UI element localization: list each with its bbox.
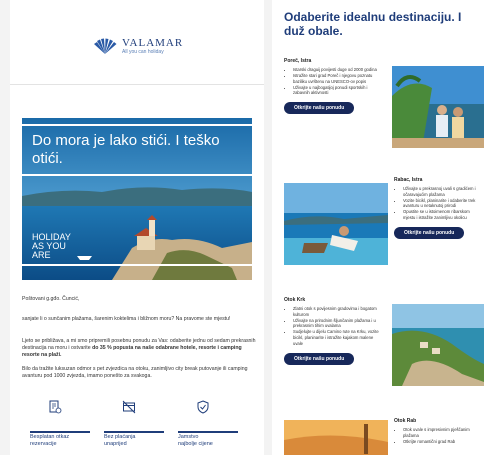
hero-banner[interactable]: Do mora je lako stići. I teško otići. HO… (22, 118, 252, 280)
letter-paragraph-2: Ljeto se približava, a mi smo pripremili… (22, 338, 258, 359)
benefit-underline (104, 431, 164, 433)
benefit-label: Besplatan otkaz rezervacije (30, 434, 90, 448)
destination-photo-rab (284, 420, 388, 455)
bullet: Istarski draguij povijesti duge od 2000 … (293, 67, 382, 73)
hero-title: Do mora je lako stići. I teško otići. (32, 132, 220, 167)
bullet: Sudjelujte u dijelu Camino rute na Krku,… (293, 329, 382, 346)
hero-subtitle: HOLIDAY AS YOU ARE (32, 233, 71, 260)
letter-greeting: Poštovani g.gđo. Čuncić, (22, 296, 80, 302)
destination-name: Otok Krk (284, 297, 306, 303)
benefit-underline (178, 431, 238, 433)
benefit-underline (30, 431, 90, 433)
logo-fan-icon (94, 38, 117, 54)
benefit-best-price: Jamstvo najbolje cijene (178, 400, 238, 448)
benefit-free-cancellation: Besplatan otkaz rezervacije (30, 400, 90, 448)
letter-paragraph-3: Bilo da tražite luksuzan odmor s pet zvj… (22, 366, 248, 379)
bullet: Otkrijte romantični grad Rab (403, 439, 482, 445)
hero-bottom-rule (22, 264, 252, 266)
discover-offer-button[interactable]: Otkrijte našu ponudu (284, 352, 355, 365)
bullet: Uživajte u najbogatijoj ponudi sportskih… (293, 85, 382, 96)
benefit-label-line-2: rezervacije (30, 440, 57, 447)
divider (10, 84, 264, 85)
benefit-label-line-1: Jamstvo (178, 433, 199, 440)
discover-offer-button[interactable]: Otkrijte našu ponudu (394, 227, 465, 240)
destination-bullets: Zlatni otok s povijesnim gradovima i bog… (284, 306, 382, 346)
destination-name: Otok Rab (394, 418, 417, 424)
benefit-label-line-2: najbolje cijene (178, 440, 213, 447)
benefit-no-prepayment: Bez plaćanja unaprijed (104, 400, 164, 448)
benefit-label-line-2: unaprijed (104, 440, 127, 447)
destination-krk: Otok Krk Zlatni otok s povijesnim gradov… (284, 297, 382, 365)
benefit-label: Bez plaćanja unaprijed (104, 434, 164, 448)
brand-name: VALAMAR (122, 36, 184, 49)
destination-bullets: Istarski draguij povijesti duge od 2000 … (284, 67, 382, 96)
document-check-icon (49, 400, 62, 414)
benefit-label-line-1: Bez plaćanja (104, 433, 136, 440)
destination-name: Rabac, Istra (394, 177, 423, 183)
bullet: Uživajte u prekrasnoj uvali s gradićem i… (403, 186, 482, 197)
destinations-panel: Odaberite idealnu destinaciju. I duž oba… (272, 0, 484, 455)
bullet: Opustite se u istoimenom ribarskom mjest… (403, 209, 482, 220)
valamar-logo[interactable]: VALAMAR All you can holiday (92, 36, 183, 56)
bullet: Otok uvale s impresivnim pješčanim plaža… (403, 427, 482, 438)
discover-offer-button[interactable]: Otkrijte našu ponudu (284, 102, 355, 115)
destination-rab: Otok Rab Otok uvale s impresivnim pješča… (394, 418, 482, 445)
brand-tagline: All you can holiday (122, 48, 164, 55)
bullet: Istražite stari grad Poreč i njegovu poz… (293, 73, 382, 84)
destination-porec: Poreč, Istra Istarski draguij povijesti … (284, 58, 382, 115)
destination-bullets: Uživajte u prekrasnoj uvali s gradićem i… (394, 186, 482, 221)
destination-name: Poreč, Istra (284, 58, 312, 64)
destination-photo-krk (392, 304, 484, 386)
bullet: Uživajte na prirodnim šljunčanim plažama… (293, 318, 382, 329)
destination-rabac: Rabac, Istra Uživajte u prekrasnoj uvali… (394, 177, 482, 240)
destination-photo-porec (392, 66, 484, 148)
benefit-label-line-1: Besplatan otkaz (30, 433, 70, 440)
hero-subtitle-line-3: ARE (32, 250, 51, 260)
hero-mid-rule (22, 174, 252, 176)
shield-check-icon (197, 400, 209, 414)
no-card-icon (122, 400, 136, 414)
destination-bullets: Otok uvale s impresivnim pješčanim plaža… (394, 427, 482, 444)
destination-photo-rabac (284, 183, 388, 265)
email-left-panel: VALAMAR All you can holiday Do mora je l… (0, 0, 272, 455)
letter-paragraph-1: sanjate li o sunčanim plažama, šarenim k… (22, 316, 231, 322)
benefit-label: Jamstvo najbolje cijene (178, 434, 238, 448)
bullet: Vozite bicikl, planinarite i odaberite t… (403, 198, 482, 209)
hero-top-rule (22, 124, 252, 126)
email-card: VALAMAR All you can holiday Do mora je l… (10, 0, 264, 455)
destinations-title: Odaberite idealnu destinaciju. I duž oba… (284, 10, 462, 38)
bullet: Zlatni otok s povijesnim gradovima i bog… (293, 306, 382, 317)
